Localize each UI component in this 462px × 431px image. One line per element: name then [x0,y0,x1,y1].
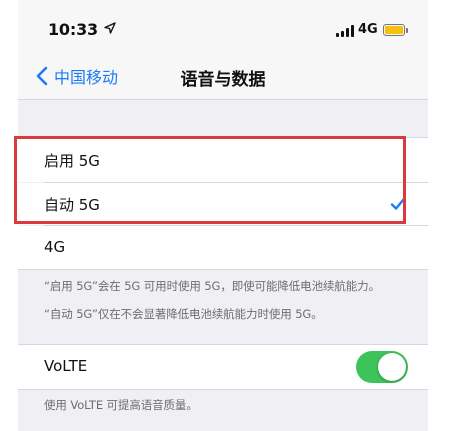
option-row-4g[interactable]: 4G [18,226,428,269]
section-bottom-divider [18,269,428,270]
option-label: 启用 5G [44,152,100,170]
options-footer-note: “自动 5G”仅在不会显著降低电池续航能力时使用 5G。 [44,307,323,321]
network-type: 4G [358,22,378,37]
page-title: 语音与数据 [180,70,266,90]
option-row-enable-5g[interactable]: 启用 5G [18,138,428,182]
option-row-auto-5g[interactable]: 自动 5G [18,183,428,225]
status-bar: 10:33 4G [18,0,428,52]
option-label: 4G [44,238,66,256]
status-time: 10:33 [48,20,98,39]
option-label: 自动 5G [44,196,100,214]
volte-toggle[interactable] [356,351,408,383]
phone-screen: 10:33 4G 中国移动 语音与数据 启用 5G 自动 5G 4G “启用 5… [18,0,428,431]
cellular-signal-icon [336,25,354,37]
section-bottom-divider [18,389,428,390]
volte-label: VoLTE [44,357,88,375]
volte-footer-note: 使用 VoLTE 可提高语音质量。 [44,398,198,412]
navigation-bar: 中国移动 语音与数据 [18,52,428,100]
toggle-knob [378,353,406,381]
checkmark-icon [390,197,406,210]
volte-row: VoLTE [18,345,428,389]
location-arrow-icon [104,22,116,34]
options-footer-note: “启用 5G”会在 5G 可用时使用 5G，即使可能降低电池续航能力。 [44,279,380,293]
battery-icon [383,24,408,36]
